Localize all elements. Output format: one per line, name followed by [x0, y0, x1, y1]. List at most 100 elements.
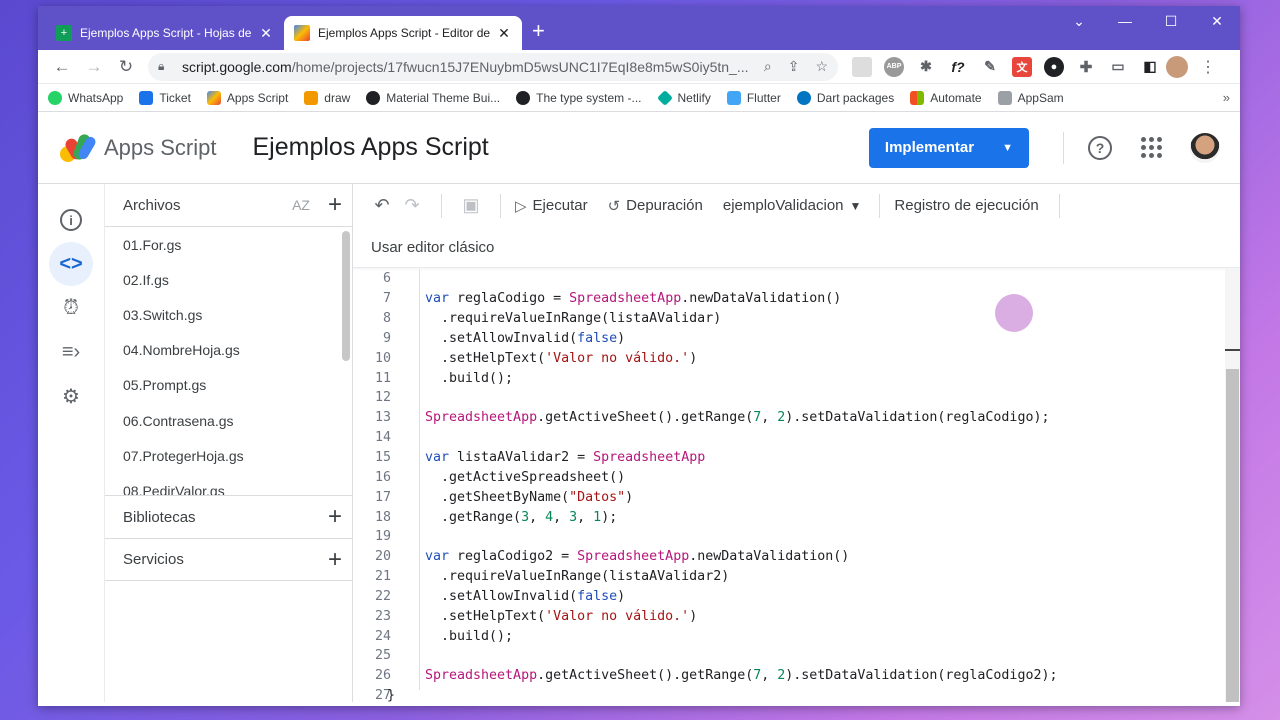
lock-icon[interactable]: 🔒︎ [158, 59, 172, 74]
menu-icon[interactable]: ⋮ [1200, 57, 1216, 77]
close-window-icon[interactable]: ✕ [1194, 6, 1240, 36]
code-line[interactable]: 7 var reglaCodigo = SpreadsheetApp.newDat… [353, 289, 1240, 309]
code-text[interactable]: } [387, 688, 395, 702]
execution-log-button[interactable]: Registro de ejecución [894, 197, 1038, 214]
scrollbar[interactable] [342, 231, 350, 361]
code-line[interactable]: 22 .setAllowInvalid(false) [353, 587, 1240, 607]
translate-icon[interactable]: 文 [1012, 56, 1032, 77]
apps-grid-icon[interactable] [1138, 135, 1164, 161]
bookmark-item[interactable]: AppSam [997, 90, 1064, 105]
bookmark-item[interactable]: The type system -... [516, 90, 642, 105]
bookmark-star-icon[interactable]: ☆ [815, 58, 828, 75]
bookmark-item[interactable]: Automate [910, 90, 982, 105]
code-line[interactable]: 17 .getSheetByName("Datos") [353, 487, 1240, 507]
bookmark-item[interactable]: Flutter [726, 90, 781, 105]
classic-editor-button[interactable]: Usar editor clásico [371, 239, 494, 256]
code-line[interactable]: 6 [353, 269, 1240, 289]
libraries-section[interactable]: Bibliotecas + [105, 495, 352, 538]
code-line[interactable]: 24 .build(); [353, 626, 1240, 646]
code-text[interactable]: var reglaCodigo2 = SpreadsheetApp.newDat… [391, 549, 849, 564]
tab-sheets[interactable]: + Ejemplos Apps Script - Hojas de c ✕ [46, 16, 284, 50]
file-item[interactable]: 04.NombreHoja.gs [105, 333, 352, 368]
project-title[interactable]: Ejemplos Apps Script [253, 133, 489, 162]
scroll-thumb[interactable] [1226, 369, 1239, 702]
tab-apps-script[interactable]: Ejemplos Apps Script - Editor de P ✕ [284, 16, 522, 50]
adblock-icon[interactable]: ABP [884, 56, 904, 77]
bookmark-item[interactable]: WhatsApp [48, 90, 123, 105]
forward-icon[interactable]: → [78, 57, 110, 77]
file-item[interactable]: 03.Switch.gs [105, 297, 352, 332]
chat-icon[interactable]: ● [1044, 56, 1064, 77]
close-icon[interactable]: ✕ [258, 25, 274, 42]
bookmark-item[interactable]: Dart packages [796, 90, 894, 105]
avatar[interactable] [1190, 132, 1220, 163]
bookmark-item[interactable]: Material Theme Bui... [366, 90, 500, 105]
cast-icon[interactable]: ▭ [1108, 57, 1128, 77]
undo-icon[interactable]: ↶ [367, 195, 397, 216]
code-text[interactable]: .setHelpText('Valor no válido.') [391, 609, 697, 624]
code-text[interactable]: .setAllowInvalid(false) [391, 331, 625, 346]
file-item[interactable]: 02.If.gs [105, 262, 352, 297]
code-text[interactable]: .requireValueInRange(listaAValidar2) [391, 569, 729, 584]
code-text[interactable]: var listaAValidar2 = SpreadsheetApp [391, 450, 705, 465]
add-library-button[interactable]: + [328, 503, 342, 531]
code-line[interactable]: 9 .setAllowInvalid(false) [353, 329, 1240, 349]
bookmark-item[interactable]: Netlify [656, 89, 711, 106]
reload-icon[interactable]: ↻ [110, 57, 142, 77]
code-line[interactable]: 13 SpreadsheetApp.getActiveSheet().getRan… [353, 408, 1240, 428]
code-line[interactable]: 20 var reglaCodigo2 = SpreadsheetApp.newD… [353, 547, 1240, 567]
editor-code-icon[interactable]: <> [49, 242, 93, 286]
code-text[interactable]: .setHelpText('Valor no válido.') [391, 351, 697, 366]
code-line[interactable]: 19 [353, 527, 1240, 547]
brand-title[interactable]: Apps Script [104, 135, 217, 161]
code-text[interactable]: SpreadsheetApp.getActiveSheet().getRange… [391, 410, 1049, 425]
tab-search-icon[interactable]: ⌄ [1056, 6, 1102, 36]
file-item[interactable]: 01.For.gs [105, 227, 352, 262]
run-button[interactable]: ▷ Ejecutar [515, 197, 588, 215]
apps-script-logo-icon[interactable] [58, 132, 98, 164]
editor-scrollbar[interactable] [1225, 269, 1240, 702]
code-line[interactable]: 21 .requireValueInRange(listaAValidar2) [353, 567, 1240, 587]
puzzle-icon[interactable]: ✚ [1076, 57, 1096, 77]
address-bar[interactable]: 🔒︎ script.google.com/home/projects/17fwu… [148, 52, 838, 81]
bookmarks-more-icon[interactable]: » [1223, 90, 1230, 105]
code-line[interactable]: 25 [353, 646, 1240, 666]
code-text[interactable]: var reglaCodigo = SpreadsheetApp.newData… [391, 291, 841, 306]
code-editor[interactable]: 6 7 var reglaCodigo = SpreadsheetApp.newDa… [353, 269, 1240, 702]
code-text[interactable]: SpreadsheetApp.getActiveSheet().getRange… [391, 668, 1057, 683]
new-tab-button[interactable]: + [532, 18, 545, 44]
formula-icon[interactable]: f? [948, 57, 968, 77]
code-line[interactable]: 12 [353, 388, 1240, 408]
url-text[interactable]: script.google.com/home/projects/17fwucn1… [182, 59, 764, 75]
add-service-button[interactable]: + [328, 546, 342, 574]
function-select[interactable]: ejemploValidacion ▼ [723, 197, 862, 214]
services-section[interactable]: Servicios + [105, 538, 352, 581]
code-line[interactable]: 14 [353, 428, 1240, 448]
code-line[interactable]: 18 .getRange(3, 4, 3, 1); [353, 507, 1240, 527]
code-line[interactable]: 11 .build(); [353, 368, 1240, 388]
bookmark-item[interactable]: draw [304, 90, 350, 105]
minimize-icon[interactable]: — [1102, 6, 1148, 36]
sidepanel-icon[interactable]: ◧ [1140, 57, 1160, 77]
code-line[interactable]: 27} [353, 686, 1240, 702]
share-icon[interactable]: ⇪ [788, 58, 800, 75]
code-text[interactable]: .build(); [391, 629, 513, 644]
code-line[interactable]: 10 .setHelpText('Valor no válido.') [353, 348, 1240, 368]
bookmark-item[interactable]: Ticket [139, 90, 191, 105]
file-item[interactable]: 07.ProtegerHoja.gs [105, 438, 352, 473]
zoom-icon[interactable]: ⌕ [764, 58, 772, 75]
profile-avatar[interactable] [1166, 55, 1188, 78]
code-line[interactable]: 8 .requireValueInRange(listaAValidar) [353, 309, 1240, 329]
code-text[interactable]: .build(); [391, 371, 513, 386]
close-icon[interactable]: ✕ [496, 25, 512, 42]
add-file-button[interactable]: + [328, 191, 342, 219]
bookmark-item[interactable]: Apps Script [206, 90, 288, 105]
sort-az-icon[interactable]: AZ [292, 197, 310, 213]
bug-icon[interactable]: ✱ [916, 57, 936, 77]
code-text[interactable]: .requireValueInRange(listaAValidar) [391, 311, 721, 326]
help-icon[interactable]: ? [1088, 135, 1112, 160]
code-line[interactable]: 26 SpreadsheetApp.getActiveSheet().getRan… [353, 666, 1240, 686]
code-text[interactable]: .getActiveSpreadsheet() [391, 470, 625, 485]
code-line[interactable]: 23 .setHelpText('Valor no válido.') [353, 606, 1240, 626]
save-icon[interactable]: ▣ [456, 195, 486, 216]
